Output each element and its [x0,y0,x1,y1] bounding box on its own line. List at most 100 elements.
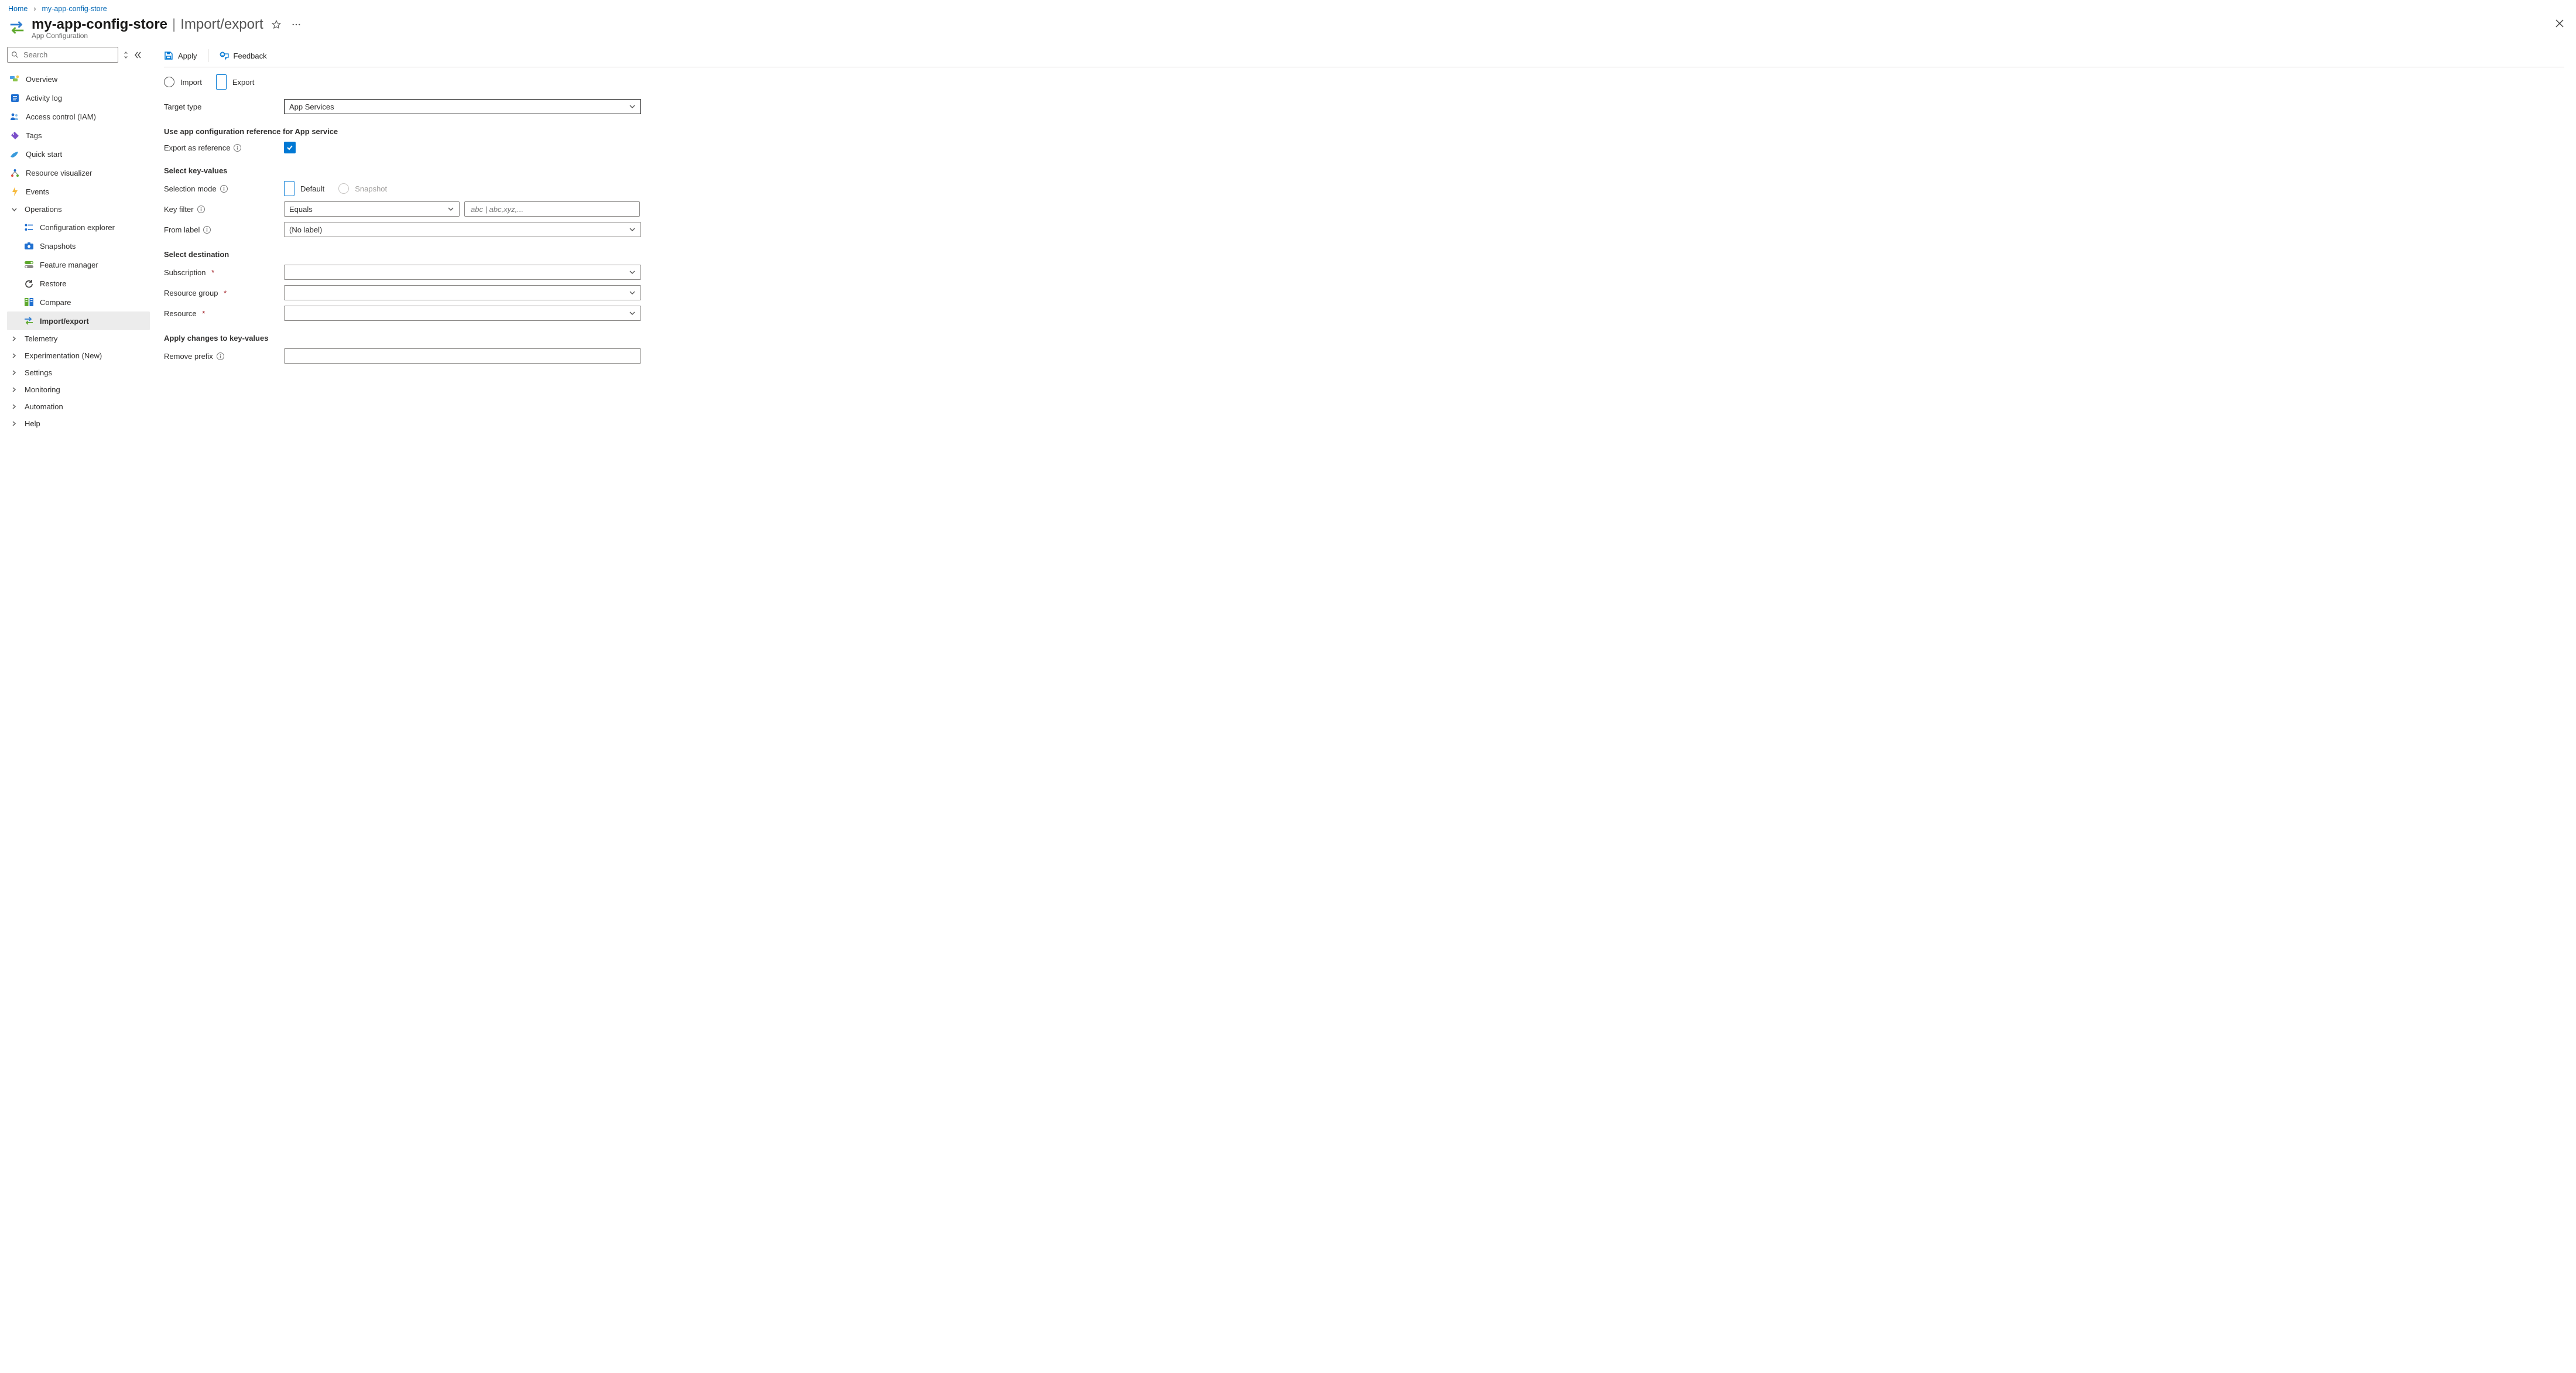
breadcrumb-store[interactable]: my-app-config-store [42,5,107,13]
info-icon[interactable] [220,185,228,193]
sidebar-label-help: Help [25,419,40,428]
sidebar-group-automation[interactable]: Automation [7,398,150,415]
apply-button[interactable]: Apply [164,51,197,60]
sidebar-nav: Overview Activity log Access control (IA… [7,70,150,432]
radio-selection-default[interactable]: Default [284,181,324,196]
info-icon[interactable] [217,352,224,360]
key-filter-label: Key filter [164,205,284,214]
sidebar-search-input[interactable] [22,50,114,60]
chevron-right-icon: › [33,5,36,13]
chevron-right-icon [9,352,19,359]
key-filter-input[interactable] [470,204,635,214]
sidebar-item-tags[interactable]: Tags [7,126,150,145]
sidebar-group-settings[interactable]: Settings [7,364,150,381]
from-label-value: (No label) [289,225,322,234]
restore-icon [23,278,34,289]
remove-prefix-input[interactable] [289,351,636,361]
info-icon[interactable] [203,226,211,234]
chevron-right-icon [9,335,19,342]
sidebar-label-settings: Settings [25,368,52,377]
export-as-reference-checkbox[interactable] [284,142,296,153]
sidebar-label-operations: Operations [25,205,62,214]
favorite-star-icon[interactable] [269,18,283,32]
sidebar-group-help[interactable]: Help [7,415,150,432]
search-icon [11,51,19,59]
subscription-select[interactable] [284,265,641,280]
radio-selected-icon [284,181,294,196]
close-icon[interactable] [2553,16,2567,30]
radio-default-label: Default [300,184,324,193]
sidebar-item-activity-log[interactable]: Activity log [7,88,150,107]
collapse-sidebar-icon[interactable] [133,51,142,59]
sidebar-group-operations[interactable]: Operations [7,201,150,218]
section-reference: Use app configuration reference for App … [164,127,808,136]
section-apply-changes: Apply changes to key-values [164,334,808,343]
resource-visualizer-icon [9,167,20,178]
sidebar-item-snapshots[interactable]: Snapshots [7,237,150,255]
sidebar-item-compare[interactable]: Compare [7,293,150,311]
target-type-select[interactable]: App Services [284,99,641,114]
import-export-small-icon [23,316,34,326]
expand-menu-icon[interactable] [123,51,129,59]
sidebar-label-telemetry: Telemetry [25,334,57,343]
feature-manager-icon [23,259,34,270]
selection-mode-label: Selection mode [164,184,284,193]
sidebar-label-events: Events [26,187,49,196]
sidebar-group-monitoring[interactable]: Monitoring [7,381,150,398]
section-select-kv: Select key-values [164,166,808,175]
chevron-right-icon [9,420,19,427]
remove-prefix-input-wrap [284,348,641,364]
sidebar-label-snapshots: Snapshots [40,242,76,251]
resource-group-label: Resource group * [164,289,284,297]
radio-selected-icon [216,74,227,90]
sidebar-item-feature-manager[interactable]: Feature manager [7,255,150,274]
sidebar-item-overview[interactable]: Overview [7,70,150,88]
key-filter-input-wrap [464,201,640,217]
more-icon[interactable] [289,18,303,32]
page-subtitle: App Configuration [32,32,2553,40]
from-label-label: From label [164,225,284,234]
tags-icon [9,130,20,141]
breadcrumb-home[interactable]: Home [8,5,28,13]
sidebar-label-configuration-explorer: Configuration explorer [40,223,115,232]
access-control-icon [9,111,20,122]
chevron-right-icon [9,369,19,376]
resource-group-select[interactable] [284,285,641,300]
compare-icon [23,297,34,307]
key-filter-select[interactable]: Equals [284,201,460,217]
sidebar-item-quick-start[interactable]: Quick start [7,145,150,163]
title-bar: my-app-config-store | Import/export App … [0,14,2576,41]
title-separator: | [172,16,176,33]
sidebar-label-monitoring: Monitoring [25,385,60,394]
from-label-select[interactable]: (No label) [284,222,641,237]
sidebar-group-telemetry[interactable]: Telemetry [7,330,150,347]
chevron-down-icon [447,206,454,213]
radio-import[interactable]: Import [164,77,202,87]
sidebar-item-import-export[interactable]: Import/export [7,311,150,330]
snapshots-icon [23,241,34,251]
sidebar-label-restore: Restore [40,279,67,288]
sidebar-label-overview: Overview [26,75,57,84]
resource-label: Resource * [164,309,284,318]
sidebar-search[interactable] [7,47,118,63]
radio-icon [164,77,174,87]
main-panel: Apply Feedback Import Export [150,47,2576,444]
radio-export[interactable]: Export [216,74,255,90]
export-as-reference-label: Export as reference [164,143,284,152]
events-icon [9,186,20,197]
feedback-button[interactable]: Feedback [219,51,267,60]
page-title-section: Import/export [180,16,263,33]
sidebar-item-events[interactable]: Events [7,182,150,201]
sidebar-group-experimentation[interactable]: Experimentation (New) [7,347,150,364]
activity-log-icon [9,93,20,103]
info-icon[interactable] [234,144,241,152]
info-icon[interactable] [197,206,205,213]
feedback-label: Feedback [234,52,267,60]
sidebar-label-access-control: Access control (IAM) [26,112,96,121]
resource-select[interactable] [284,306,641,321]
sidebar-item-restore[interactable]: Restore [7,274,150,293]
sidebar-item-resource-visualizer[interactable]: Resource visualizer [7,163,150,182]
section-destination: Select destination [164,250,808,259]
sidebar-item-access-control[interactable]: Access control (IAM) [7,107,150,126]
sidebar-item-configuration-explorer[interactable]: Configuration explorer [7,218,150,237]
